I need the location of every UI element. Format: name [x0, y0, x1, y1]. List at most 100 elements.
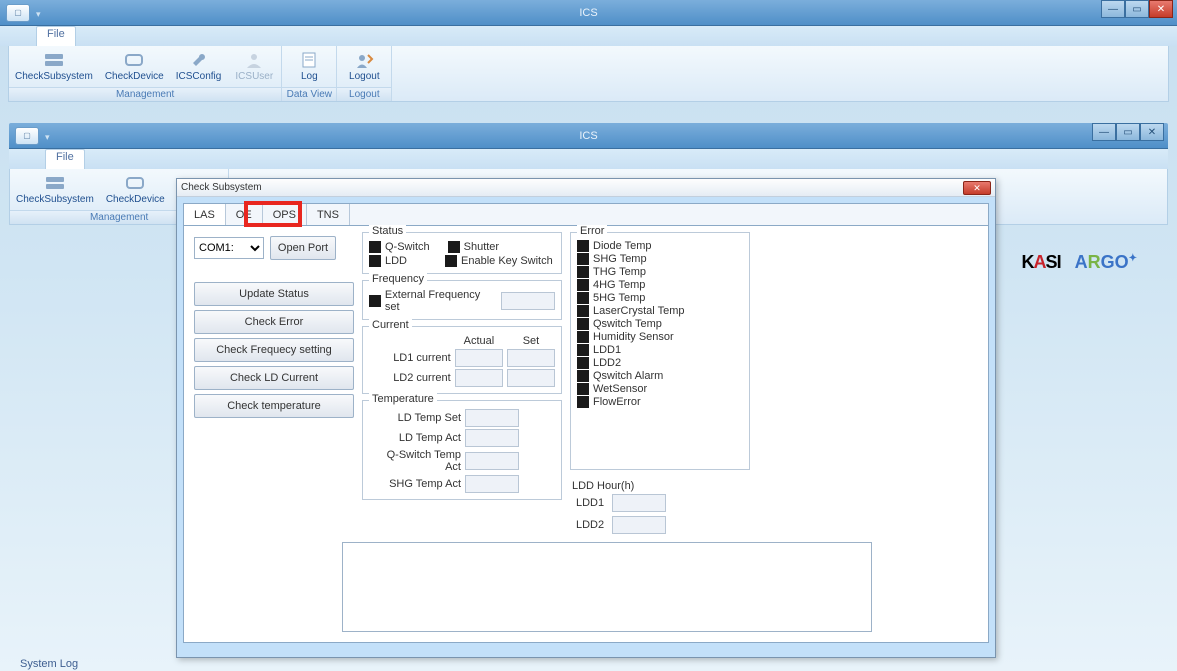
qat-dropdown-icon[interactable]: ▾ [36, 9, 44, 17]
minimize-button-2[interactable]: — [1092, 123, 1116, 141]
temperature-group: Temperature LD Temp Set LD Temp Act Q-Sw… [362, 400, 562, 500]
label: Enable Key Switch [461, 255, 553, 267]
label: External Frequency set [385, 289, 497, 313]
dialog-tab-header: LAS OE OPS TNS [184, 204, 988, 226]
error-indicator [577, 240, 589, 252]
error-group: Error Diode TempSHG TempTHG Temp4HG Temp… [570, 232, 750, 470]
dialog-close-button[interactable]: ✕ [963, 181, 991, 195]
app-orb-button[interactable]: ▢ [6, 4, 30, 22]
ld-temp-act-field[interactable] [465, 429, 519, 447]
open-port-button[interactable]: Open Port [270, 236, 336, 260]
ldd2-hour-field[interactable] [612, 516, 666, 534]
app-orb-button-2[interactable]: ▢ [15, 127, 39, 145]
ld2-set-field[interactable] [507, 369, 555, 387]
minimize-button[interactable]: — [1101, 0, 1125, 18]
error-indicator [577, 357, 589, 369]
ext-freq-field[interactable] [501, 292, 555, 310]
device-icon [122, 51, 146, 69]
group-title: Frequency [369, 273, 427, 285]
system-log-label: System Log [20, 658, 78, 670]
group-label-dataview: Data View [282, 87, 336, 101]
error-label: WetSensor [593, 383, 647, 395]
check-frequency-button[interactable]: Check Frequecy setting [194, 338, 354, 362]
qswitch-temp-act-field[interactable] [465, 452, 519, 470]
tab-oe[interactable]: OE [226, 204, 263, 225]
label: Log [301, 71, 318, 82]
ldd-hour-title: LDD Hour(h) [570, 480, 750, 492]
server-icon [42, 51, 66, 69]
shutter-indicator [448, 241, 460, 253]
check-subsystem-button-2[interactable]: CheckSubsystem [10, 169, 100, 210]
qat-dropdown-icon-2[interactable]: ▾ [45, 132, 53, 140]
error-indicator [577, 279, 589, 291]
error-indicator [577, 383, 589, 395]
ext-freq-indicator [369, 295, 381, 307]
message-log-textarea[interactable] [342, 542, 872, 632]
server-icon [43, 174, 67, 192]
ld-temp-set-field[interactable] [465, 409, 519, 427]
ldd1-hour-field[interactable] [612, 494, 666, 512]
shg-temp-act-field[interactable] [465, 475, 519, 493]
com-port-select[interactable]: COM1: [194, 237, 264, 259]
argo-logo: ARGO✦ [1075, 252, 1137, 273]
error-label: Qswitch Temp [593, 318, 662, 330]
error-label: THG Temp [593, 266, 646, 278]
label: LD Temp Act [369, 432, 461, 444]
check-error-button[interactable]: Check Error [194, 310, 354, 334]
check-temperature-button[interactable]: Check temperature [194, 394, 354, 418]
app-title-2: ICS [579, 130, 597, 142]
top-titlebar: ▢ ▾ ICS — ▭ ✕ [0, 0, 1177, 26]
logout-button[interactable]: Logout [337, 46, 391, 87]
tab-las[interactable]: LAS [184, 204, 226, 225]
label: CheckDevice [106, 194, 165, 205]
label: LDD2 [576, 519, 604, 531]
restore-button-2[interactable]: ▭ [1116, 123, 1140, 141]
check-subsystem-dialog: Check Subsystem ✕ LAS OE OPS TNS COM1: O… [176, 178, 996, 658]
check-ld-current-button[interactable]: Check LD Current [194, 366, 354, 390]
ribbon-tab-file-2[interactable]: File [45, 149, 85, 169]
ld2-actual-field[interactable] [455, 369, 503, 387]
current-group: Current ActualSet LD1 current LD2 curren… [362, 326, 562, 394]
error-label: Qswitch Alarm [593, 370, 663, 382]
user-icon [242, 51, 266, 69]
ribbon-tabstrip: File [0, 26, 1177, 46]
ldd-indicator [369, 255, 381, 267]
logo-row: KASI ARGO✦ [1022, 252, 1137, 273]
error-label: 4HG Temp [593, 279, 645, 291]
group-title: Temperature [369, 393, 437, 405]
document-icon [297, 51, 321, 69]
col-set: Set [507, 335, 555, 347]
ics-user-button[interactable]: ICSUser [227, 46, 281, 87]
close-button[interactable]: ✕ [1149, 0, 1173, 18]
group-label-management: Management [9, 87, 281, 101]
tab-ops[interactable]: OPS [263, 204, 307, 225]
tab-tns[interactable]: TNS [307, 204, 350, 225]
label: Logout [349, 71, 380, 82]
error-label: Diode Temp [593, 240, 652, 252]
label: Shutter [464, 241, 499, 253]
ld1-set-field[interactable] [507, 349, 555, 367]
label: Q-Switch Temp Act [369, 449, 461, 473]
kasi-logo: KASI [1022, 252, 1061, 273]
restore-button[interactable]: ▭ [1125, 0, 1149, 18]
check-subsystem-button[interactable]: CheckSubsystem [9, 46, 99, 87]
update-status-button[interactable]: Update Status [194, 282, 354, 306]
check-device-button-2[interactable]: CheckDevice [100, 169, 171, 210]
ribbon-tab-file[interactable]: File [36, 26, 76, 46]
logout-icon [352, 51, 376, 69]
error-label: FlowError [593, 396, 641, 408]
wrench-icon [187, 51, 211, 69]
error-label: Humidity Sensor [593, 331, 674, 343]
error-indicator [577, 253, 589, 265]
group-title: Current [369, 319, 412, 331]
frequency-group: Frequency External Frequency set [362, 280, 562, 320]
close-button-2[interactable]: ✕ [1140, 123, 1164, 141]
ics-config-button[interactable]: ICSConfig [170, 46, 228, 87]
ld1-actual-field[interactable] [455, 349, 503, 367]
check-device-button[interactable]: CheckDevice [99, 46, 170, 87]
log-button[interactable]: Log [282, 46, 336, 87]
error-label: LaserCrystal Temp [593, 305, 685, 317]
error-label: 5HG Temp [593, 292, 645, 304]
label: LD2 current [369, 372, 451, 384]
col-actual: Actual [455, 335, 503, 347]
